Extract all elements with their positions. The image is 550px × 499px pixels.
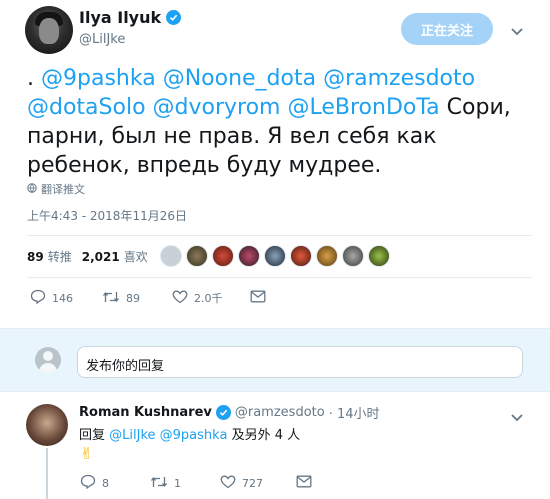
globe-icon [27,182,37,196]
tweet-stats: 89 转推 2,021 喜欢 [27,248,158,265]
mention-link[interactable]: @ramzesdoto [323,66,475,91]
verified-badge-icon [215,405,231,420]
tweet-timestamp[interactable]: 上午4:43 - 2018年11月26日 [27,207,187,224]
like-count-label[interactable]: 喜欢 [124,248,148,265]
like-button[interactable]: 2.0千 [172,290,250,307]
mention-link[interactable]: @dvoryrom [153,95,281,120]
liker-avatar[interactable] [238,245,260,267]
reply-actions: 8 1 727 [80,474,312,492]
reply-header: Roman Kushnarev @ramzesdoto · 14小时 [79,403,380,422]
reply-count: 146 [52,291,73,305]
mention-link[interactable]: @9pashka [41,66,156,91]
retweet-icon [150,475,168,492]
like-count[interactable]: 2,021 [82,250,120,264]
retweet-count: 1 [174,476,181,490]
author-handle[interactable]: @LilJke [79,32,125,47]
following-button[interactable]: 正在关注 [401,13,493,45]
author-avatar[interactable] [25,6,73,54]
liker-avatar[interactable] [368,245,390,267]
mention-link[interactable]: @Noone_dota [163,66,316,91]
direct-message-button[interactable] [296,475,312,491]
reply-author-handle[interactable]: @ramzesdoto [235,405,325,420]
liker-avatar[interactable] [290,245,312,267]
retweet-count[interactable]: 89 [27,250,44,264]
liker-avatar[interactable] [160,245,182,267]
reply-button[interactable]: 8 [80,474,150,492]
mention-link[interactable]: @LeBronDoTa [288,95,440,120]
direct-message-button[interactable] [250,290,266,306]
tweet-text: . @9pashka @Noone_dota @ramzesdoto @dota… [27,64,532,180]
retweet-icon [102,290,120,307]
liker-avatar[interactable] [342,245,364,267]
translate-tweet-link[interactable]: 翻译推文 [27,181,85,197]
tweet-actions: 146 89 2.0千 [30,289,266,307]
divider [27,235,532,236]
like-count: 727 [242,476,263,490]
mention-link[interactable]: @dotaSolo [27,95,146,120]
liker-avatar[interactable] [212,245,234,267]
author-name-row[interactable]: Ilya Ilyuk [79,8,182,27]
thread-line [46,448,48,499]
replying-to: 回复 @LilJke @9pashka 及另外 4 人 [79,424,300,443]
liker-avatar[interactable] [264,245,286,267]
reply-time[interactable]: · 14小时 [329,403,380,422]
retweet-button[interactable]: 1 [150,475,220,492]
like-count-action: 2.0千 [194,292,223,305]
reply-input[interactable]: 发布你的回复 [77,346,523,378]
liker-avatars [160,245,390,267]
envelope-icon [296,475,312,491]
verified-badge-icon [166,10,182,25]
translate-label: 翻译推文 [41,183,85,196]
chevron-down-icon[interactable] [510,408,524,427]
heart-icon [220,475,236,492]
like-button[interactable]: 727 [220,475,296,492]
chevron-down-icon[interactable] [510,22,524,41]
tweet-prefix: . [27,66,41,91]
heart-icon [172,290,188,307]
retweet-button[interactable]: 89 [102,290,172,307]
liker-avatar[interactable] [186,245,208,267]
replying-to-suffix[interactable]: 及另外 4 人 [232,428,301,443]
reply-count: 8 [102,476,109,490]
reply-button[interactable]: 146 [30,289,102,307]
reply-icon [80,474,96,492]
author-name[interactable]: Ilya Ilyuk [79,8,161,27]
reply-icon [30,289,46,307]
reply-text: ✌ [80,444,94,463]
envelope-icon [250,290,266,306]
current-user-avatar [35,347,61,373]
replying-to-users[interactable]: @LilJke @9pashka [109,428,227,443]
retweet-count: 89 [126,291,140,305]
replying-to-prefix: 回复 [79,428,106,443]
retweet-count-label[interactable]: 转推 [48,248,72,265]
reply-author-name[interactable]: Roman Kushnarev [79,405,212,420]
divider [27,277,532,278]
liker-avatar[interactable] [316,245,338,267]
reply-author-avatar[interactable] [26,404,68,446]
